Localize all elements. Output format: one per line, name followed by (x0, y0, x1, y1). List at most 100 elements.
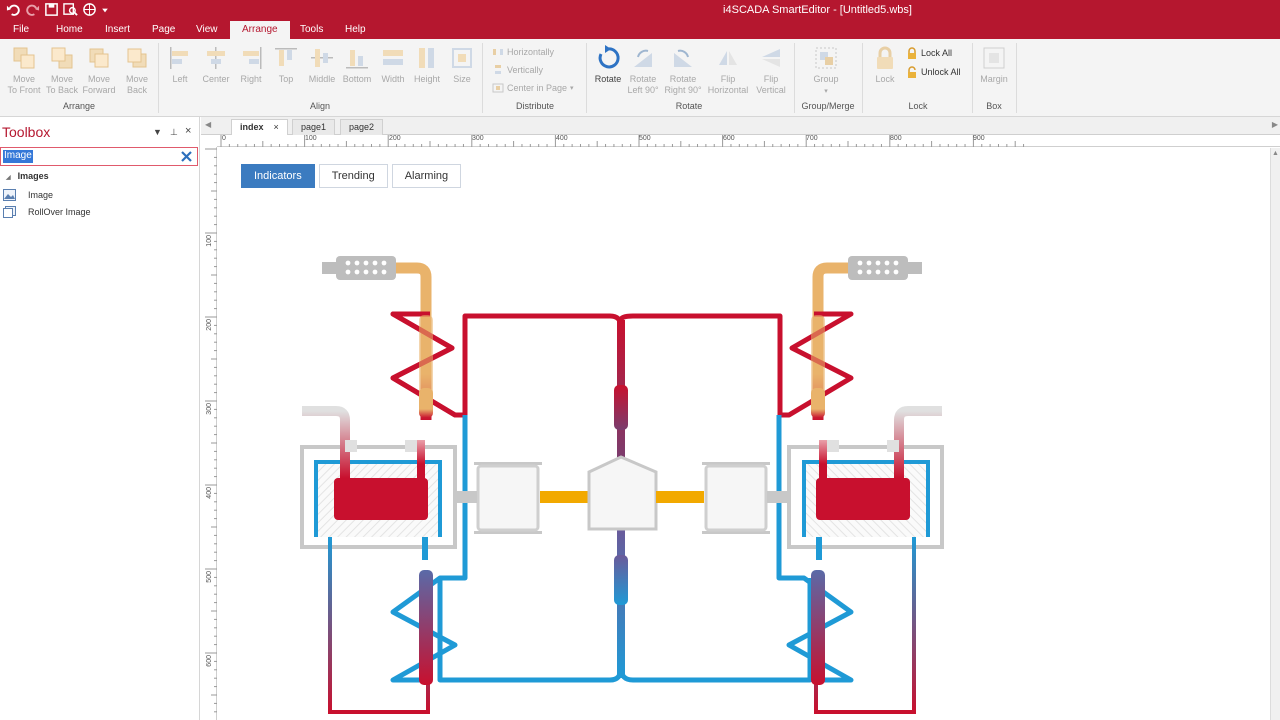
align-middle-button[interactable]: Middle (305, 45, 339, 85)
heat-exchanger-diagram[interactable] (218, 148, 1270, 720)
rollover-image-icon (3, 206, 16, 218)
ruler-label: 100 (305, 135, 317, 142)
center-node (587, 455, 658, 531)
ruler-label: 500 (639, 135, 651, 142)
distribute-vertically-icon (495, 65, 501, 74)
margin-button[interactable]: Margin (976, 45, 1012, 85)
same-width-button[interactable]: Width (377, 45, 409, 85)
rotate-right-button[interactable]: Rotate Right 90° (663, 45, 703, 96)
move-to-back-icon (51, 47, 73, 69)
ruler-ticks (205, 148, 217, 713)
move-back-icon (127, 48, 147, 68)
menu-bar: File Home Insert Page View Arrange Tools… (0, 21, 1280, 39)
ruler-ticks (220, 135, 1025, 147)
menu-arrange[interactable]: Arrange (230, 21, 290, 39)
design-canvas[interactable]: Indicators Trending Alarming (218, 148, 1270, 720)
flip-vertical-icon (762, 49, 780, 67)
align-middle-icon (311, 49, 333, 67)
center-in-page-icon (492, 83, 504, 93)
group-label-rotate: Rotate (675, 101, 703, 111)
ruler-label: 500 (206, 571, 213, 583)
scroll-right-icon[interactable]: ▶ (1272, 120, 1278, 129)
align-left-icon (170, 47, 188, 69)
menu-page[interactable]: Page (152, 24, 175, 35)
ruler-label: 100 (206, 235, 213, 247)
chevron-down-icon: ▾ (824, 88, 828, 95)
ruler-label: 600 (206, 655, 213, 667)
menu-help[interactable]: Help (345, 24, 366, 35)
group-label-align: Align (309, 101, 330, 111)
ruler-label: 900 (973, 135, 985, 142)
align-left-button[interactable]: Left (166, 45, 194, 85)
unlock-all-button[interactable]: Unlock All (906, 66, 961, 78)
ruler-label: 200 (389, 135, 401, 142)
ribbon: Move To Front Move To Back Move Forward Mov… (0, 39, 1280, 117)
margin-icon (983, 47, 1005, 69)
scroll-left-icon[interactable]: ◀ (205, 120, 211, 129)
align-bottom-button[interactable]: Bottom (340, 45, 374, 85)
doc-tab-page1[interactable]: page1 (292, 119, 336, 135)
clear-search-icon[interactable] (180, 150, 193, 163)
menu-file[interactable]: File (13, 24, 29, 35)
rotate-left-button[interactable]: Rotate Left 90° (626, 45, 660, 96)
align-center-icon (207, 47, 225, 69)
lock-button[interactable]: Lock (870, 45, 900, 85)
unlock-all-icon (908, 66, 916, 78)
center-in-page-button[interactable]: Center in Page ▾ (492, 83, 574, 93)
flip-horizontal-button[interactable]: Flip Horizontal (705, 45, 751, 96)
flip-horizontal-icon (719, 51, 737, 65)
scroll-up-icon[interactable]: ▲ (1272, 150, 1279, 157)
ruler-label: 400 (206, 487, 213, 499)
menu-view[interactable]: View (196, 24, 218, 35)
toolbox-item-image[interactable]: Image (3, 189, 53, 201)
move-back-button[interactable]: Move Back (120, 45, 154, 96)
ruler-label: 700 (806, 135, 818, 142)
ruler-label: 200 (206, 319, 213, 331)
same-height-icon (419, 48, 434, 68)
same-size-button[interactable]: Size (448, 45, 476, 85)
rotate-button[interactable]: Rotate (590, 45, 626, 85)
menu-tools[interactable]: Tools (300, 24, 323, 35)
align-top-button[interactable]: Top (273, 45, 299, 85)
move-to-front-button[interactable]: Move To Front (4, 45, 44, 96)
document-tabstrip: ◀ index × page1 page2 ▶ (201, 117, 1280, 135)
move-to-back-button[interactable]: Move To Back (44, 45, 80, 96)
lock-all-button[interactable]: Lock All (906, 47, 952, 59)
doc-tab-page2[interactable]: page2 (340, 119, 384, 135)
left-heat-unit (300, 256, 588, 714)
horizontal-ruler: 0 100 200 300 400 500 600 700 800 900 (217, 135, 1280, 147)
lock-all-icon (908, 47, 916, 59)
menu-insert[interactable]: Insert (105, 24, 130, 35)
collapse-triangle-icon: ◢ (6, 175, 11, 181)
ribbon-separator (972, 43, 973, 113)
group-label-group-merge: Group/Merge (801, 101, 855, 111)
close-icon[interactable]: × (185, 125, 191, 137)
doc-tab-index[interactable]: index × (231, 119, 288, 135)
move-to-front-icon (13, 47, 35, 69)
ruler-label: 300 (206, 403, 213, 415)
align-bottom-icon (346, 50, 368, 69)
group-label-arrange: Arrange (62, 101, 96, 111)
toolbox-group-images[interactable]: ◢ Images (6, 171, 49, 181)
group-button[interactable]: Group ▾ (806, 45, 846, 97)
pin-icon[interactable]: ⊥ (170, 127, 178, 138)
align-right-icon (243, 47, 262, 69)
toolbox-search: Image (0, 147, 198, 166)
toolbox-panel: Toolbox ▼ ⊥ × Image ◢Images Image RollOv… (0, 117, 200, 720)
align-right-button[interactable]: Right (236, 45, 266, 85)
ribbon-separator (1016, 43, 1017, 113)
menu-home[interactable]: Home (56, 24, 83, 35)
rotate-right-icon (674, 49, 692, 67)
move-forward-button[interactable]: Move Forward (80, 45, 118, 96)
distribute-vertically-button[interactable]: Vertically (492, 65, 543, 75)
close-icon[interactable]: × (274, 122, 279, 132)
same-height-button[interactable]: Height (411, 45, 443, 85)
distribute-horizontally-button[interactable]: Horizontally (492, 47, 554, 57)
chevron-down-icon[interactable]: ▼ (153, 127, 162, 137)
align-center-button[interactable]: Center (200, 45, 232, 85)
toolbox-item-rollover-image[interactable]: RollOver Image (3, 206, 91, 218)
app-window: i4SCADA SmartEditor - [Untitled5.wbs] Fi… (0, 0, 1280, 720)
vertical-scrollbar[interactable]: ▲ (1270, 148, 1280, 720)
search-selection: Image (3, 150, 33, 163)
flip-vertical-button[interactable]: Flip Vertical (753, 45, 789, 96)
